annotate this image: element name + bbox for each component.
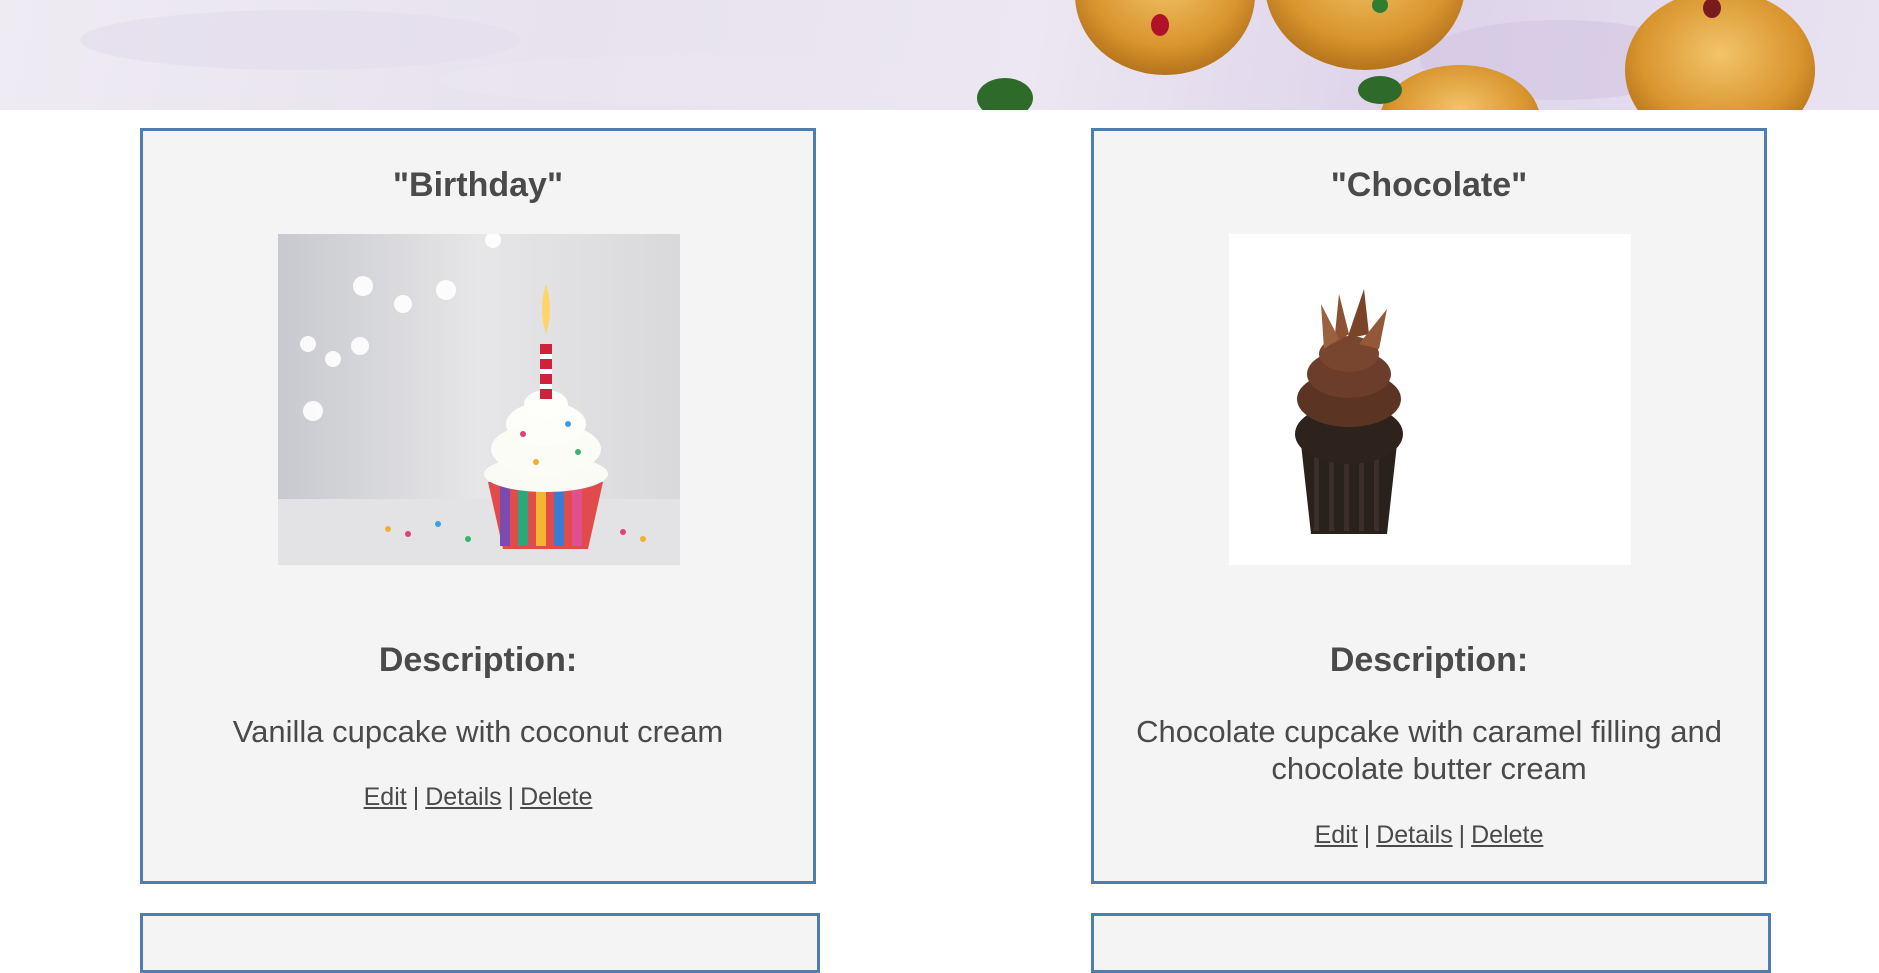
- cupcake-image: [1229, 234, 1631, 565]
- card-title: "Birthday": [392, 166, 564, 204]
- edit-link[interactable]: Edit: [364, 783, 407, 811]
- separator: |: [1363, 821, 1371, 849]
- card-title: "Chocolate": [1330, 166, 1528, 204]
- card-actions: Edit | Details | Delete: [143, 783, 813, 812]
- cupcake-image: [278, 234, 680, 565]
- card-actions: Edit | Details | Delete: [1094, 821, 1764, 850]
- separator: |: [412, 783, 420, 811]
- cupcake-card-chocolate: "Chocolate" Description: Chocolate cupca…: [1091, 128, 1767, 884]
- separator: |: [507, 783, 515, 811]
- description-text: Chocolate cupcake with caramel filling a…: [1136, 714, 1722, 786]
- description-text: Vanilla cupcake with coconut cream: [232, 714, 724, 749]
- delete-link[interactable]: Delete: [520, 783, 592, 811]
- description-heading: Description:: [378, 641, 578, 679]
- cupcake-card-birthday: "Birthday" Description: Vanilla cupcake …: [140, 128, 816, 884]
- details-link[interactable]: Details: [425, 783, 501, 811]
- delete-link[interactable]: Delete: [1471, 821, 1543, 849]
- cupcake-card-next: [1091, 913, 1771, 973]
- separator: |: [1458, 821, 1466, 849]
- cupcake-card-next: [140, 913, 820, 973]
- header-banner-image: [0, 0, 1879, 110]
- description-heading: Description:: [1329, 641, 1529, 679]
- edit-link[interactable]: Edit: [1315, 821, 1358, 849]
- details-link[interactable]: Details: [1376, 821, 1452, 849]
